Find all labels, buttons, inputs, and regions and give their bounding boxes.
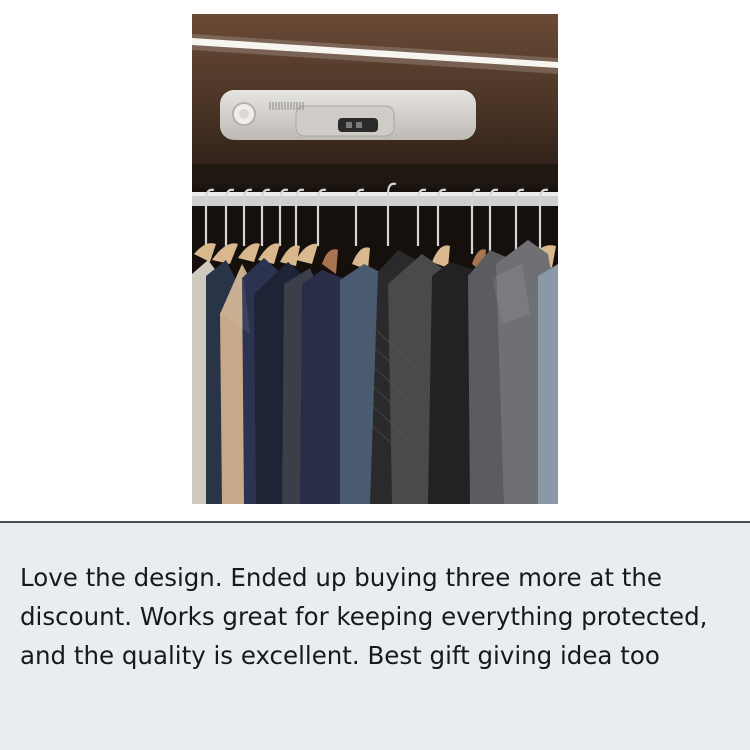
review-card: Love the design. Ended up buying three m… [0,0,750,750]
closet-device [220,90,476,140]
review-caption-panel: Love the design. Ended up buying three m… [0,521,750,750]
product-photo [192,14,558,504]
closet-photo-illustration [192,14,558,504]
review-text: Love the design. Ended up buying three m… [20,563,708,670]
